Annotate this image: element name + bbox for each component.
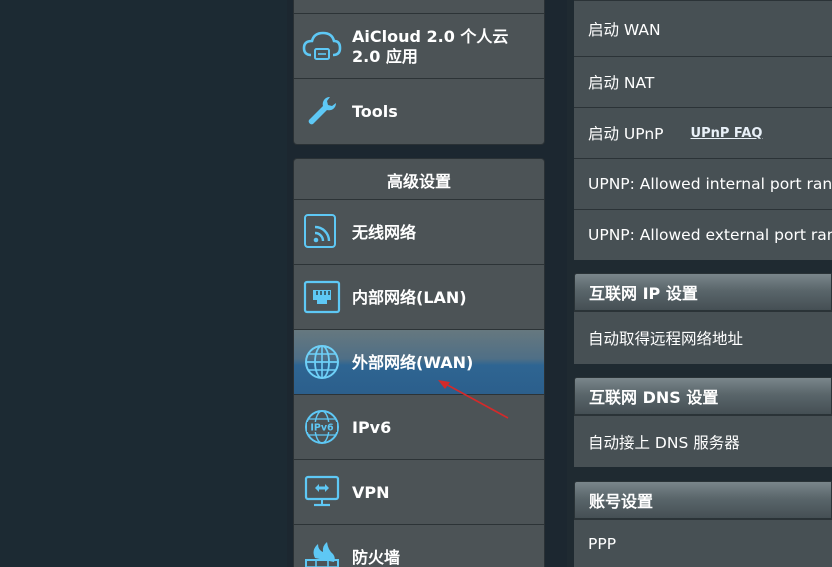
wrench-icon — [302, 91, 342, 131]
field-label: 自动取得远程网络地址 — [588, 330, 744, 348]
upnp-external-port-row: UPNP: Allowed external port range — [574, 209, 832, 260]
enable-nat-row: 启动 NAT — [574, 56, 832, 107]
sidebar-advanced-menu: 高级设置 无线网络 内部网络(LAN) 外部网络(WAN) IPv6 IPv6 … — [293, 158, 545, 567]
section-account: 账号设置 — [574, 481, 832, 519]
sidebar-item-lan[interactable]: 内部网络(LAN) — [294, 264, 544, 329]
vpn-icon — [302, 472, 342, 512]
sidebar-item-label: 防火墙 — [352, 547, 401, 567]
wireless-icon — [302, 212, 342, 252]
auto-dns-row: 自动接上 DNS 服务器 — [574, 415, 832, 467]
upnp-internal-port-row: UPNP: Allowed internal port range — [574, 158, 832, 209]
sidebar-item-label: Tools — [352, 101, 398, 121]
ppp-row: PPP — [574, 519, 832, 567]
enable-upnp-row: 启动 UPnP UPnP FAQ — [574, 107, 832, 158]
field-label: PPP — [588, 534, 617, 553]
auto-ip-row: 自动取得远程网络地址 — [574, 311, 832, 364]
field-label: 自动接上 DNS 服务器 — [588, 433, 740, 452]
sidebar-item-aicloud[interactable]: AiCloud 2.0 个人云 2.0 应用 — [294, 13, 544, 78]
sidebar-item-label: 无线网络 — [352, 222, 417, 242]
sidebar-item-label: 外部网络(WAN) — [352, 352, 474, 372]
upnp-faq-link[interactable]: UPnP FAQ — [691, 126, 763, 141]
sidebar-item-label: AiCloud 2.0 个人云 — [352, 27, 509, 46]
section-internet-dns: 互联网 DNS 设置 — [574, 377, 832, 415]
advanced-settings-header: 高级设置 — [294, 159, 544, 200]
page-background — [0, 0, 287, 567]
sidebar-general-menu: AiCloud 2.0 个人云 2.0 应用 Tools — [293, 0, 545, 145]
annotation-arrow — [438, 380, 509, 419]
lan-icon — [302, 277, 342, 317]
wan-settings-panel: 启动 WAN 启动 NAT 启动 UPnP UPnP FAQ UPNP: All… — [567, 0, 832, 567]
ipv6-globe-icon: IPv6 — [302, 407, 342, 447]
field-label: UPNP: Allowed internal port range — [588, 175, 832, 193]
field-label: 启动 NAT — [588, 74, 655, 92]
sidebar-item-label: VPN — [352, 482, 390, 502]
enable-wan-row: 启动 WAN — [574, 0, 832, 56]
field-label: UPNP: Allowed external port range — [588, 226, 832, 244]
section-internet-ip: 互联网 IP 设置 — [574, 273, 832, 311]
globe-icon — [302, 342, 342, 382]
sidebar-item-label: IPv6 — [352, 417, 392, 437]
sidebar-item-wireless[interactable]: 无线网络 — [294, 199, 544, 264]
field-label: 启动 WAN — [588, 20, 661, 39]
sidebar-item-label: 2.0 应用 — [352, 47, 418, 66]
sidebar-item-tools[interactable]: Tools — [294, 78, 544, 143]
cloud-icon — [302, 26, 342, 66]
sidebar-item-firewall[interactable]: 防火墙 — [294, 524, 544, 567]
field-label: 启动 UPnP — [588, 125, 664, 143]
firewall-icon — [302, 537, 342, 567]
sidebar-item-vpn[interactable]: VPN — [294, 459, 544, 524]
svg-text:IPv6: IPv6 — [310, 423, 334, 434]
sidebar-item-label: 内部网络(LAN) — [352, 287, 467, 307]
